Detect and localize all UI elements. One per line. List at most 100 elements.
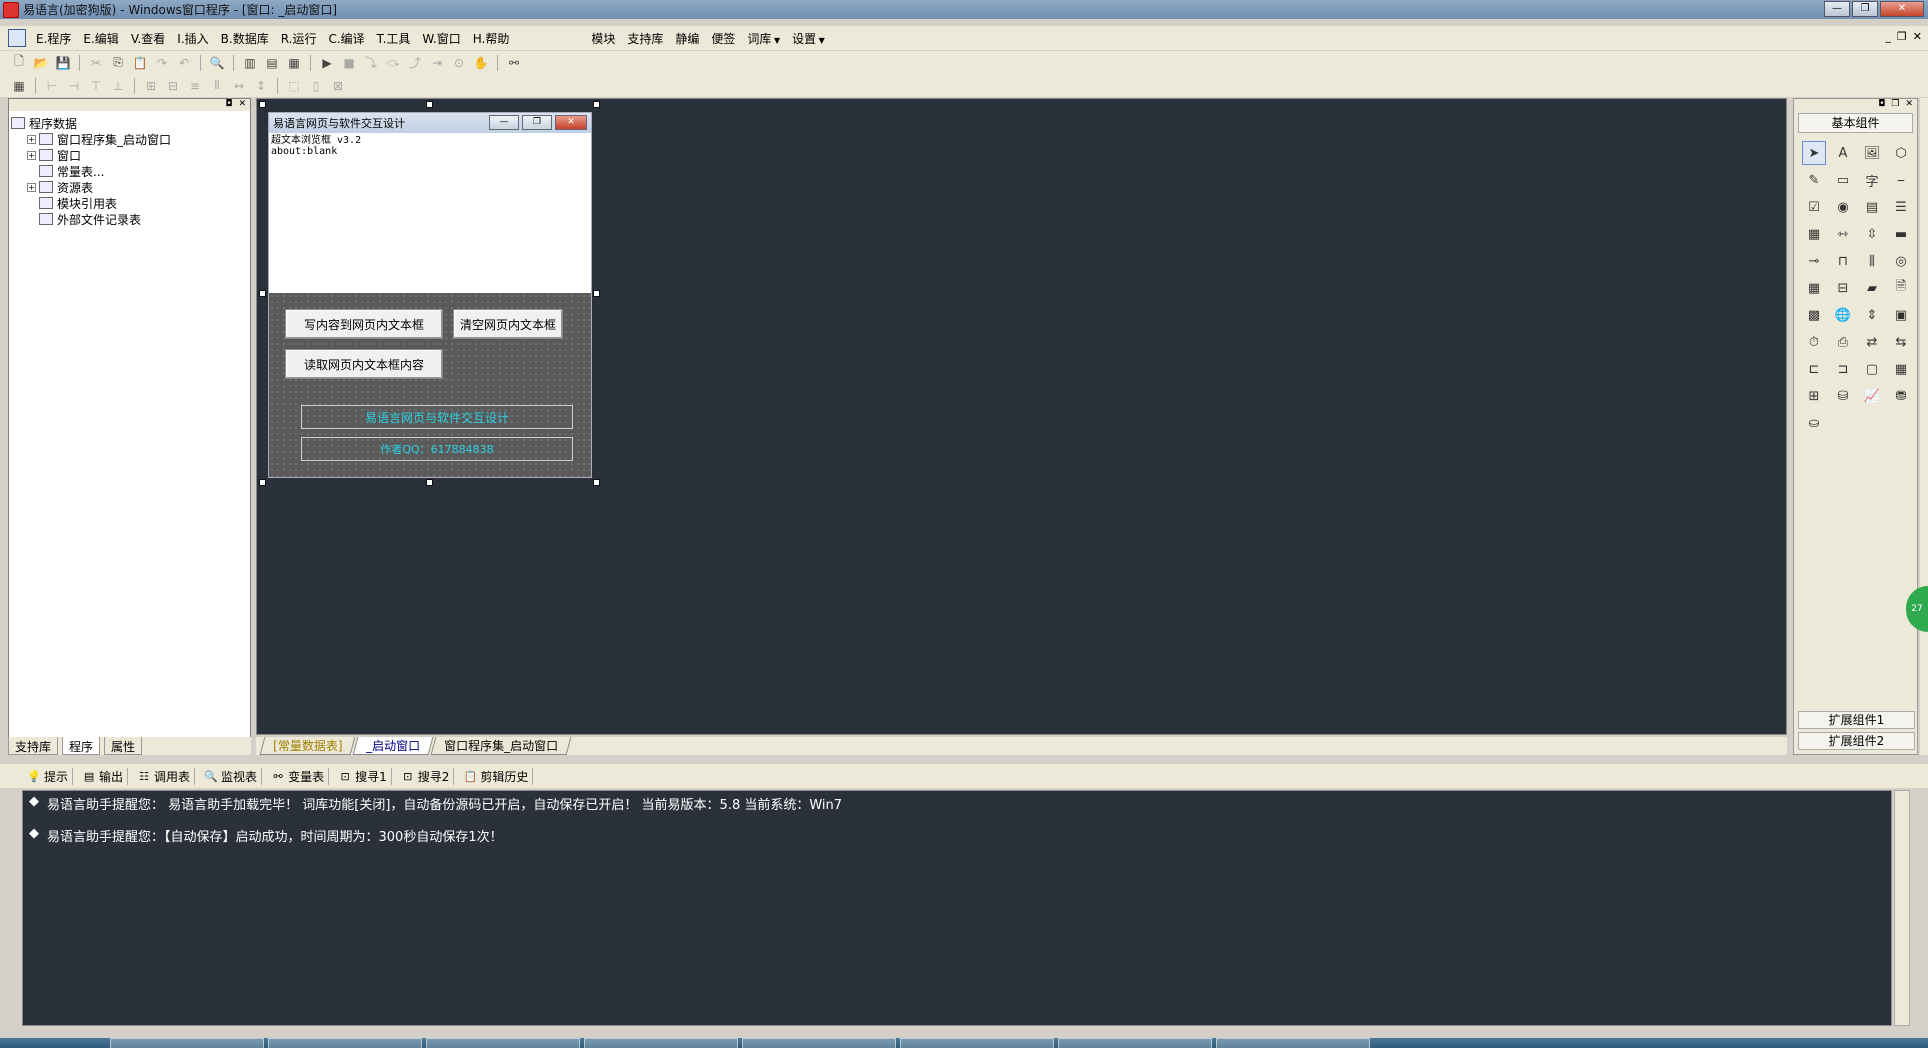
center-vertical-icon[interactable]: ⊟ [164,77,182,95]
restore-button[interactable]: ❐ [1852,1,1878,17]
edit-box-icon[interactable]: ⎯ [1889,168,1913,192]
restore-panel-icon[interactable]: ❐ [1891,99,1899,111]
layout-right-icon[interactable]: ▦ [285,54,303,72]
tree-item-window[interactable]: + 窗口 [11,147,250,163]
odbc-database-icon[interactable]: ⛃ [1889,384,1913,408]
align-top-icon[interactable]: ⊤ [87,77,105,95]
tab-properties[interactable]: 属性 [104,737,143,755]
tab-call-stack[interactable]: ☷ 调用表 [134,767,196,785]
tab-constant-data[interactable]: [常量数据表] [259,737,356,755]
run-to-cursor-icon[interactable]: ⇥ [428,54,446,72]
chart-icon[interactable]: 📈 [1860,384,1884,408]
author-qq-label[interactable]: 作者QQ：617884838 [301,437,573,461]
port-icon[interactable]: ▢ [1860,357,1884,381]
printer-icon[interactable]: ⎙ [1831,330,1855,354]
expand-icon[interactable]: + [27,182,36,192]
menu-edit[interactable]: E.编辑 [77,30,124,47]
taskbar-button[interactable] [268,1038,422,1048]
checkbox-icon[interactable]: ☑ [1802,195,1826,219]
menu-help[interactable]: H.帮助 [467,30,516,47]
menu-support-lib[interactable]: 支持库 [621,30,669,47]
same-width-icon[interactable]: ↔ [230,77,248,95]
combo-box-icon[interactable]: ▤ [1860,195,1884,219]
color-picker-icon[interactable]: ▩ [1802,303,1826,327]
basic-components-header[interactable]: 基本组件 [1798,113,1913,133]
clear-content-button[interactable]: 清空网页内文本框 [453,309,563,339]
new-file-icon[interactable]: 🗋 [10,54,28,72]
taskbar-button[interactable] [1058,1038,1212,1048]
mdi-close-icon[interactable]: ✕ [1913,30,1922,43]
space-horizontal-icon[interactable]: ≡ [186,77,204,95]
network-icon[interactable]: ⇆ [1889,330,1913,354]
close-panel-icon[interactable]: ✕ [1905,99,1913,111]
menu-window[interactable]: W.窗口 [416,30,466,47]
slider-icon[interactable]: ⊸ [1802,249,1826,273]
step-over-icon[interactable]: ⤼ [384,54,402,72]
grid-icon[interactable]: ▦ [10,77,28,95]
tab-startup-window[interactable]: _启动窗口 [352,737,434,755]
cut-icon[interactable]: ✂ [87,54,105,72]
resize-handle[interactable] [593,290,600,297]
taskbar-button[interactable] [1216,1038,1370,1048]
resize-handle[interactable] [593,101,600,108]
tab-clipboard-history[interactable]: 📋 剪辑历史 [460,767,534,785]
expand-icon[interactable]: + [27,134,36,144]
tree-item-resources[interactable]: + 资源表 [11,179,250,195]
pointer-icon[interactable]: ➤ [1802,141,1826,165]
resize-handle[interactable] [426,479,433,486]
splitter-icon[interactable]: ⫼ [1860,249,1884,273]
resize-handle[interactable] [259,101,266,108]
tab-watch[interactable]: 🔍 监视表 [201,767,263,785]
tab-variables[interactable]: ⚯ 变量表 [268,767,330,785]
menu-run[interactable]: R.运行 [275,30,323,47]
tab-output[interactable]: ▤ 输出 [79,767,129,785]
align-left-icon[interactable]: ⊢ [43,77,61,95]
output-scrollbar[interactable] [1894,790,1910,1026]
menu-program[interactable]: E.程序 [30,30,77,47]
tree-item-constants[interactable]: 常量表... [11,163,250,179]
open-file-icon[interactable]: 📂 [32,54,50,72]
menu-settings[interactable]: 设置 [786,30,831,47]
minimize-button[interactable]: — [1824,1,1850,17]
tab-window-assembly[interactable]: 窗口程序集_启动窗口 [430,737,572,755]
step-into-icon[interactable]: ⤵ [362,54,380,72]
breakpoint-icon[interactable]: ⊙ [450,54,468,72]
menu-notes[interactable]: 便签 [705,30,741,47]
hand-icon[interactable]: ✋ [472,54,490,72]
folder-box-icon[interactable]: ▰ [1860,276,1884,300]
taskbar-button[interactable] [110,1038,264,1048]
tab-hints[interactable]: 💡 提示 [24,767,74,785]
data-report-icon[interactable]: ⇄ [1860,330,1884,354]
file-box-icon[interactable]: 🗎 [1889,276,1913,300]
resize-handle[interactable] [426,101,433,108]
tree-item-module-refs[interactable]: 模块引用表 [11,195,250,211]
hypertext-browser-control[interactable]: 超文本浏览框 v3.2 about:blank [269,133,591,293]
server-icon[interactable]: ⊐ [1831,357,1855,381]
mdi-minimize-icon[interactable]: _ [1885,30,1891,43]
undo-icon[interactable]: ↶ [175,54,193,72]
expand-icon[interactable]: + [27,150,36,160]
tree-item-window-assembly[interactable]: + 窗口程序集_启动窗口 [11,131,250,147]
tab-program[interactable]: 程序 [62,737,101,755]
menu-compile[interactable]: C.编译 [322,30,370,47]
drawing-board-icon[interactable]: ✎ [1802,168,1826,192]
label-component-icon[interactable]: A [1831,141,1855,165]
menu-tools[interactable]: T.工具 [371,30,417,47]
space-vertical-icon[interactable]: ⫴ [208,77,226,95]
taskbar-button[interactable] [900,1038,1054,1048]
menu-database[interactable]: B.数据库 [215,30,275,47]
odbc-source-icon[interactable]: ⛀ [1802,411,1826,435]
client-icon[interactable]: ⊏ [1802,357,1826,381]
run-icon[interactable]: ▶ [318,54,336,72]
calendar-icon[interactable]: ▦ [1802,276,1826,300]
table-icon[interactable]: ▦ [1889,357,1913,381]
same-height-icon[interactable]: ↕ [252,77,270,95]
tree-item-external-files[interactable]: 外部文件记录表 [11,211,250,227]
list-box-icon[interactable]: ☰ [1889,195,1913,219]
taskbar-button[interactable] [426,1038,580,1048]
shape-box-icon[interactable]: ⬡ [1889,141,1913,165]
database-icon[interactable]: ⛁ [1831,384,1855,408]
read-content-button[interactable]: 读取网页内文本框内容 [285,349,443,379]
find-icon[interactable]: 🔍 [208,54,226,72]
resize-handle[interactable] [593,479,600,486]
